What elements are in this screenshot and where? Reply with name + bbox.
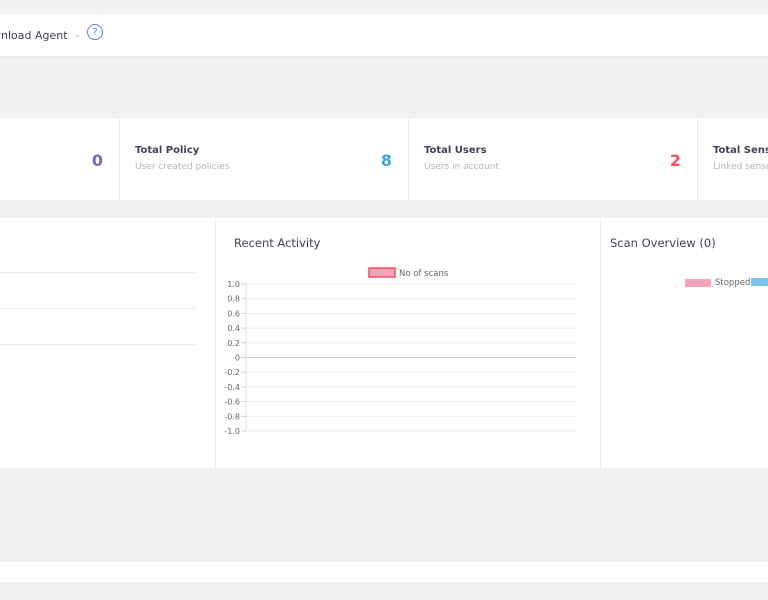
stat-card-total-users: Total Users Users in account 2: [409, 118, 698, 200]
help-icon[interactable]: ?: [87, 24, 103, 40]
card-title: Scan Overview (0): [610, 236, 716, 250]
stat-value: 2: [669, 151, 681, 170]
y-tick-label: 0.4: [227, 324, 240, 333]
recent-activity-card: Recent Activity No of scans 1.0 0.8 0.6 0.4 0…: [216, 218, 601, 468]
y-tick-label: -0.6: [224, 398, 240, 407]
legend-label: Stopped: [715, 278, 751, 288]
stat-value: 0: [91, 151, 103, 170]
y-tick-label: -1.0: [224, 427, 240, 436]
y-tick-label: -0.2: [224, 368, 240, 377]
legend-swatch-no-of-scans[interactable]: [368, 267, 396, 278]
y-tick-label: 0.2: [227, 339, 240, 348]
row-divider: [0, 272, 196, 273]
stat-subtitle: Linked sensor: [713, 162, 768, 172]
stat-card-0: 0: [0, 118, 120, 200]
footer-strip: [0, 562, 768, 582]
stat-card-total-policy: Total Policy User created policies 8: [120, 118, 409, 200]
cards-row: Recent Activity No of scans 1.0 0.8 0.6 0.4 0…: [0, 218, 768, 468]
stats-row: 0 Total Policy User created policies 8 T…: [0, 118, 768, 200]
legend-swatch: [685, 279, 711, 287]
y-tick-label: -0.4: [224, 383, 240, 392]
download-agent-dropdown[interactable]: wnload Agent ⌄: [0, 14, 81, 56]
scan-legend-item-stopped[interactable]: Stopped: [685, 278, 750, 288]
y-tick-label: 0.8: [227, 295, 240, 304]
row-divider: [0, 344, 196, 345]
chevron-down-icon: ⌄: [73, 30, 82, 40]
y-tick-label: 1.0: [227, 280, 240, 289]
y-tick-label: -0.8: [224, 412, 240, 421]
scan-overview-card: Scan Overview (0) Stopped: [601, 218, 768, 468]
stat-subtitle: Users in account: [424, 162, 499, 172]
card-title: Recent Activity: [234, 236, 321, 250]
stat-title: Total Users: [424, 145, 487, 156]
top-bar: wnload Agent ⌄: [0, 14, 768, 56]
stat-title: Total Senso: [713, 145, 768, 156]
stat-title: Total Policy: [135, 145, 200, 156]
download-agent-label: wnload Agent: [0, 28, 68, 42]
stat-value: 8: [380, 151, 392, 170]
legend-swatch[interactable]: [751, 278, 768, 286]
left-list-card: [0, 218, 216, 468]
legend-label-no-of-scans: No of scans: [399, 269, 449, 279]
row-divider: [0, 308, 196, 309]
stat-subtitle: User created policies: [135, 162, 230, 172]
y-tick-label: 0.6: [227, 309, 240, 318]
stat-card-total-sensors: Total Senso Linked sensor: [698, 118, 768, 200]
recent-activity-chart: No of scans 1.0 0.8 0.6 0.4 0.2 0 -0.2 -0.4 -0.6 -…: [224, 267, 576, 436]
y-tick-label: 0: [235, 354, 240, 363]
